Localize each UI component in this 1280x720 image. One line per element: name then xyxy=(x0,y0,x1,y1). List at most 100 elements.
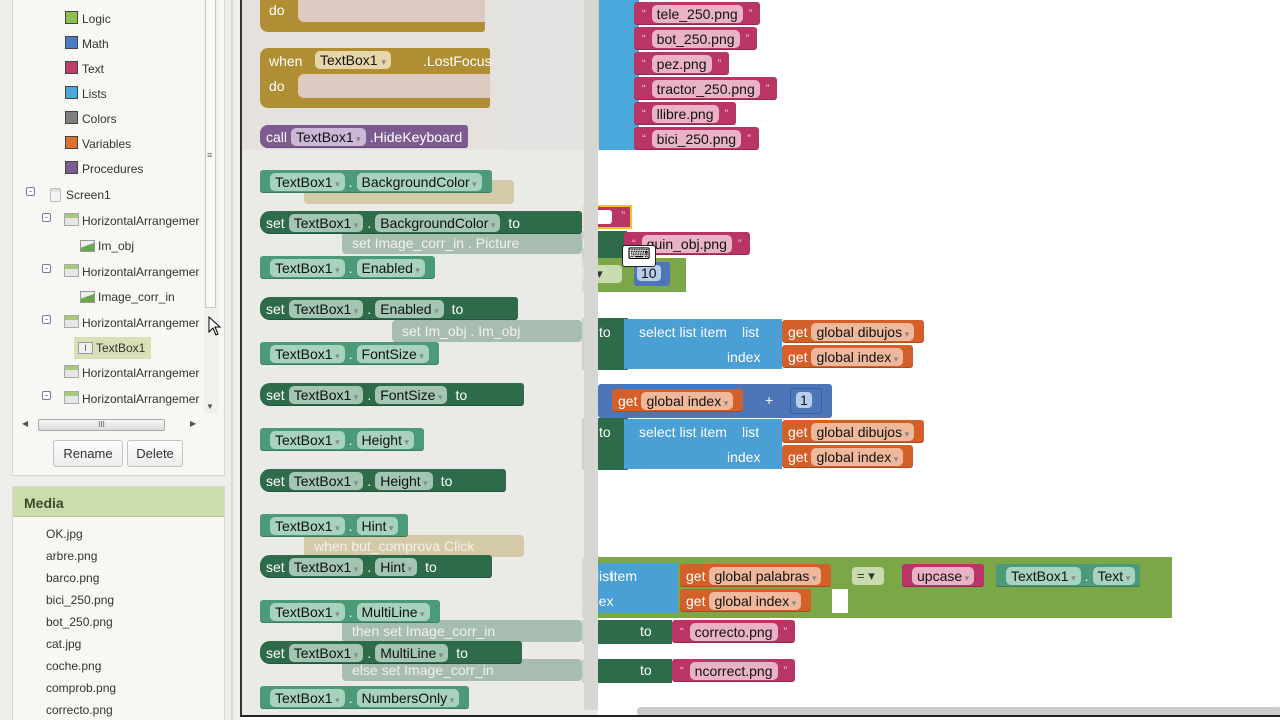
media-file[interactable]: bici_250.png xyxy=(46,593,114,607)
getter-numbersonly[interactable]: TextBox1.NumbersOnly xyxy=(260,686,470,709)
component-dropdown[interactable]: TextBox1 xyxy=(270,172,345,191)
getter-multiline[interactable]: TextBox1.MultiLine xyxy=(260,600,440,623)
text-block[interactable]: “bici_250.png” xyxy=(634,127,759,150)
text-block[interactable]: “tele_250.png” xyxy=(634,2,761,25)
text-value[interactable]: bici_250.png xyxy=(651,129,742,148)
component-dropdown[interactable]: TextBox1 xyxy=(270,516,345,535)
variable-dropdown[interactable]: global dibujos xyxy=(811,422,915,441)
component-dropdown[interactable]: TextBox1 xyxy=(1006,566,1081,585)
media-file[interactable]: correcto.png xyxy=(46,703,113,717)
collapse-toggle[interactable]: - xyxy=(42,264,51,273)
text-value[interactable]: pez.png xyxy=(651,54,712,73)
palette-variables[interactable]: Variables xyxy=(65,135,131,153)
text-value[interactable]: tractor_250.png xyxy=(651,79,760,98)
text-value[interactable]: tele_250.png xyxy=(651,4,743,23)
get-variable-block[interactable]: get global index xyxy=(782,345,914,368)
keyboard-icon[interactable]: ⌨ xyxy=(622,245,656,267)
tree-item-image-corr-in[interactable]: Image_corr_in xyxy=(80,288,175,306)
variable-dropdown[interactable]: global palabras xyxy=(709,566,822,585)
property-dropdown[interactable]: BackgroundColor xyxy=(375,213,501,232)
component-dropdown[interactable]: TextBox1 xyxy=(270,258,345,277)
tree-horizontal-scroll-thumb[interactable]: III xyxy=(38,419,165,431)
palette-lists[interactable]: Lists xyxy=(65,85,107,103)
setter-backgroundcolor[interactable]: setTextBox1.BackgroundColor to xyxy=(260,211,582,234)
setter-multiline[interactable]: setTextBox1.MultiLine to xyxy=(260,641,522,664)
event-block-lostfocus[interactable]: when TextBox1 ▾ .LostFocus do xyxy=(260,48,491,108)
palette-text[interactable]: Text xyxy=(65,60,104,78)
variable-dropdown[interactable]: global index xyxy=(811,347,904,366)
property-dropdown[interactable]: FontSize xyxy=(356,344,429,363)
collapse-toggle[interactable]: - xyxy=(26,187,35,196)
property-dropdown[interactable]: Enabled xyxy=(356,258,425,277)
number-block[interactable]: 1 xyxy=(790,388,822,414)
component-dropdown[interactable]: TextBox1 xyxy=(288,471,364,490)
blocks-workspace[interactable]: “tele_250.png” “bot_250.png” “pez.png” “… xyxy=(240,0,1280,717)
setter-enabled[interactable]: setTextBox1.Enabled to xyxy=(260,297,518,320)
getter-fontsize[interactable]: TextBox1.FontSize xyxy=(260,342,439,365)
media-file[interactable]: cat.jpg xyxy=(46,637,81,651)
text-value[interactable]: llibre.png xyxy=(651,104,719,123)
workspace-horizontal-scrollbar[interactable] xyxy=(637,707,1280,715)
property-dropdown[interactable]: Height xyxy=(356,430,415,449)
setter-fontsize[interactable]: setTextBox1.FontSize to xyxy=(260,383,524,406)
get-variable-block[interactable]: get global index xyxy=(680,589,812,612)
getter-hint[interactable]: TextBox1.Hint xyxy=(260,514,409,537)
get-variable-block[interactable]: get global palabras xyxy=(680,564,832,587)
get-variable-block[interactable]: get global index xyxy=(612,389,744,412)
tree-item-im-obj[interactable]: Im_obj xyxy=(80,237,134,255)
compare-operator-dropdown[interactable]: = ▾ xyxy=(852,567,884,585)
palette-colors[interactable]: Colors xyxy=(65,110,117,128)
component-dropdown[interactable]: TextBox1 xyxy=(270,344,345,363)
text-value[interactable]: ncorrect.png xyxy=(689,661,778,680)
upcase-block[interactable]: upcase xyxy=(902,564,985,587)
component-dropdown[interactable]: TextBox1 xyxy=(288,299,364,318)
textbox-text-getter[interactable]: TextBox1.Text xyxy=(996,564,1140,587)
property-dropdown[interactable]: Text xyxy=(1092,566,1136,585)
make-list-block[interactable] xyxy=(599,0,639,150)
collapse-toggle[interactable]: - xyxy=(42,391,51,400)
tree-item-screen1[interactable]: Screen1 xyxy=(50,186,111,204)
variable-dropdown[interactable]: global index xyxy=(709,591,802,610)
getter-backgroundcolor[interactable]: TextBox1.BackgroundColor xyxy=(260,170,492,193)
get-variable-block[interactable]: get global dibujos xyxy=(782,420,925,443)
property-dropdown[interactable]: Enabled xyxy=(375,299,444,318)
event-block-partial[interactable]: do xyxy=(260,0,485,32)
property-dropdown[interactable]: Hint xyxy=(375,557,418,576)
property-dropdown[interactable]: NumbersOnly xyxy=(356,688,460,707)
palette-logic[interactable]: Logic xyxy=(65,10,111,28)
setter-hint[interactable]: setTextBox1.Hintto xyxy=(260,555,492,578)
media-file[interactable]: arbre.png xyxy=(46,549,97,563)
text-value[interactable]: bot_250.png xyxy=(651,29,740,48)
property-dropdown[interactable]: Hint xyxy=(356,516,399,535)
scroll-left-arrow-icon[interactable]: ◀ xyxy=(22,419,28,428)
get-variable-block[interactable]: get global dibujos xyxy=(782,320,925,343)
scroll-down-arrow-icon[interactable]: ▼ xyxy=(206,402,214,411)
upcase-dropdown[interactable]: upcase xyxy=(912,566,975,585)
getter-height[interactable]: TextBox1.Height xyxy=(260,428,425,451)
text-block[interactable]: “pez.png” xyxy=(634,52,730,75)
component-dropdown[interactable]: TextBox1 xyxy=(270,430,345,449)
scroll-right-arrow-icon[interactable]: ▶ xyxy=(190,419,196,428)
number-value[interactable]: 1 xyxy=(796,392,812,408)
tree-item-arrangement[interactable]: HorizontalArrangemer xyxy=(64,364,199,382)
text-block[interactable]: “ncorrect.png” xyxy=(672,659,796,682)
property-dropdown[interactable]: Height xyxy=(375,471,433,490)
select-list-item-block[interactable]: select list item list index xyxy=(624,419,782,469)
palette-math[interactable]: Math xyxy=(65,35,109,53)
call-hidekeyboard-block[interactable]: callTextBox1.HideKeyboard xyxy=(260,125,469,148)
property-dropdown[interactable]: MultiLine xyxy=(356,602,430,621)
media-file[interactable]: comprob.png xyxy=(46,681,116,695)
media-file[interactable]: barco.png xyxy=(46,571,99,585)
property-dropdown[interactable]: MultiLine xyxy=(375,643,449,662)
flyout-scrollbar[interactable] xyxy=(584,0,598,710)
component-dropdown[interactable]: TextBox1 xyxy=(270,602,345,621)
text-block[interactable]: “llibre.png” xyxy=(634,102,737,125)
text-block[interactable]: “tractor_250.png” xyxy=(634,77,778,100)
variable-dropdown[interactable]: global index xyxy=(641,391,734,410)
palette-procedures[interactable]: Procedures xyxy=(65,160,143,178)
variable-dropdown[interactable]: global index xyxy=(811,447,904,466)
getter-enabled[interactable]: TextBox1.Enabled xyxy=(260,256,435,279)
number-value[interactable]: 10 xyxy=(637,265,661,281)
tree-vertical-scroll-thumb[interactable]: ≡ xyxy=(205,0,216,308)
setter-height[interactable]: setTextBox1.Height to xyxy=(260,469,506,492)
